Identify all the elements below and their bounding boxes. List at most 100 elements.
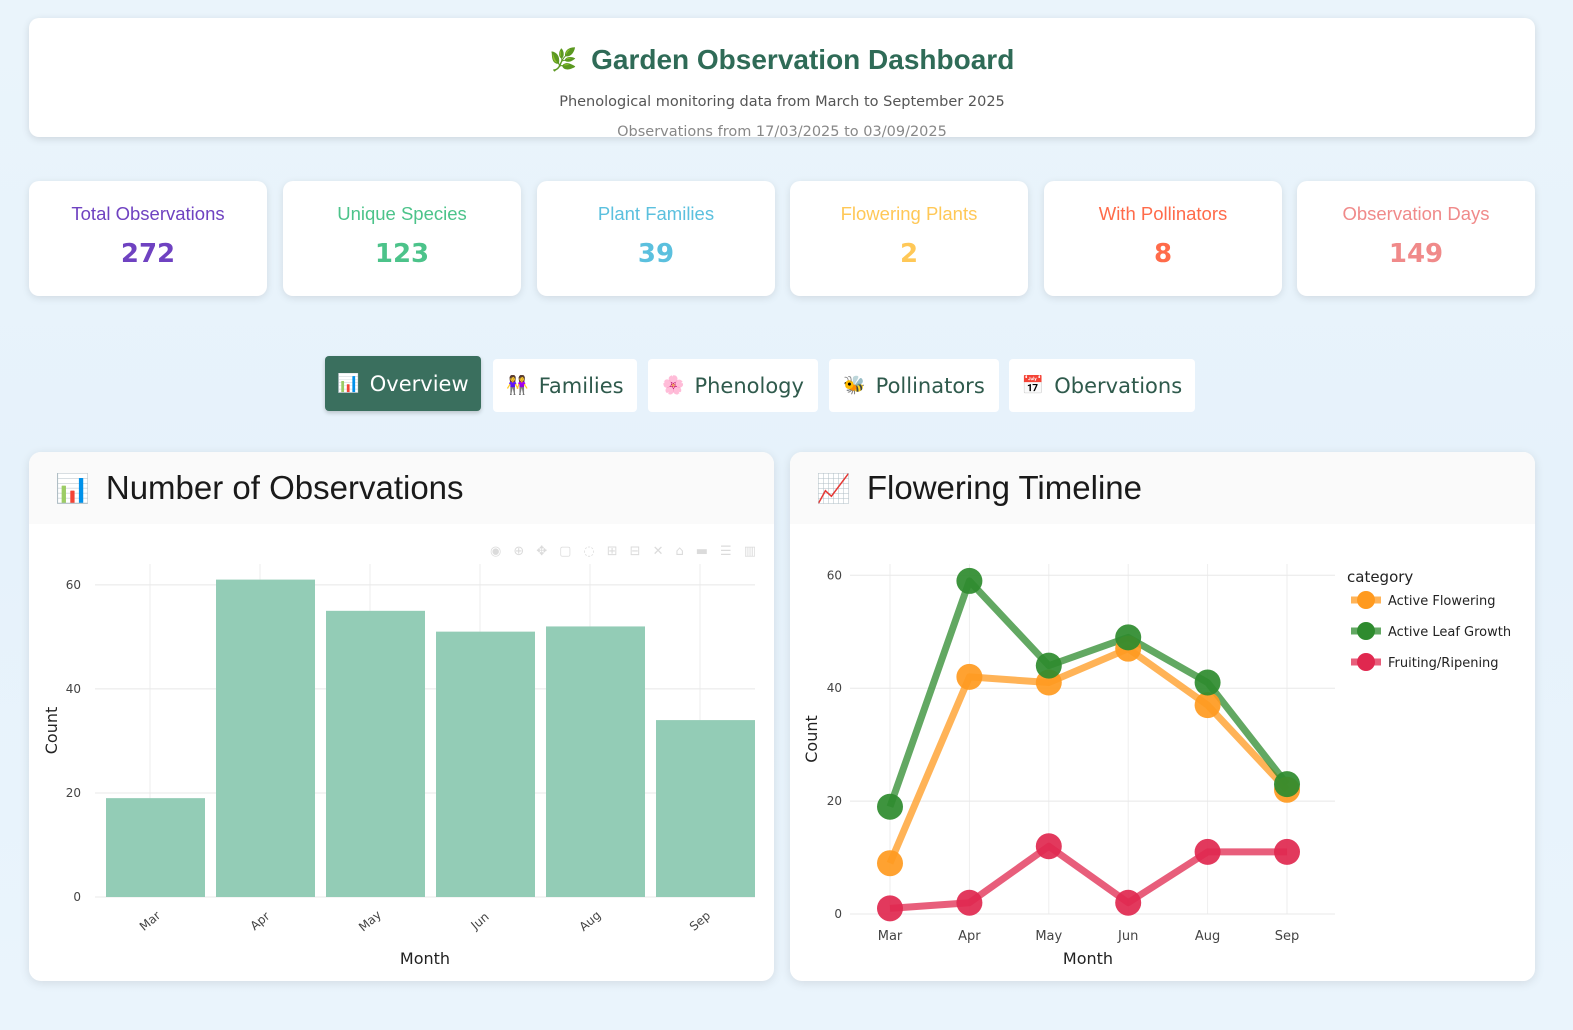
stat-card-plant-families: Plant Families 39 <box>537 181 775 296</box>
bar-chart: 0 20 40 60 Mar Apr May Jun Aug Sep Month Count <box>42 564 755 968</box>
stat-card-unique-species: Unique Species 123 <box>283 181 521 296</box>
stat-label: Unique Species <box>337 203 467 224</box>
x-tick-label: Sep <box>687 908 713 933</box>
x-tick-label: Jun <box>1117 929 1138 944</box>
trend-chart-icon: 📈 <box>816 471 851 505</box>
y-tick-label: 0 <box>834 907 842 921</box>
stats-row: Total Observations 272 Unique Species 12… <box>29 181 1535 296</box>
y-tick-label: 0 <box>73 890 81 904</box>
x-tick-label: Aug <box>1195 929 1220 944</box>
stat-label: Plant Families <box>597 203 715 224</box>
stat-value: 149 <box>1388 239 1444 269</box>
y-tick-label: 20 <box>66 786 81 800</box>
series-line <box>889 842 1287 912</box>
y-tick-label: 60 <box>827 568 842 582</box>
x-tick-label: Mar <box>878 929 903 944</box>
bar-chart-icon: 📊 <box>55 471 90 505</box>
x-tick-label: Apr <box>958 929 981 944</box>
panel-header: 📈 Flowering Timeline <box>790 452 1535 524</box>
data-point <box>1194 692 1221 719</box>
stat-card-with-pollinators: With Pollinators 8 <box>1044 181 1282 296</box>
people-icon: 👭 <box>506 375 529 396</box>
tab-label: Pollinators <box>875 373 985 398</box>
x-tick-label: Sep <box>1275 929 1300 944</box>
data-point <box>956 889 983 916</box>
legend-label: Active Flowering <box>1388 594 1495 609</box>
x-axis-title: Month <box>400 949 450 968</box>
bar <box>546 626 645 897</box>
data-point <box>877 895 903 922</box>
stat-value: 272 <box>120 239 176 269</box>
data-point <box>1035 833 1062 860</box>
flower-icon: 🌸 <box>662 375 685 396</box>
panel-flowering-timeline: 📈 Flowering Timeline Mar Apr May Jun Aug Sep 0… <box>790 452 1535 981</box>
legend-swatch-marker <box>1357 591 1375 609</box>
panel-title: Number of Observations <box>105 469 464 506</box>
tab-bar: 📊 Overview 👭 Families 🌸 Phenology 🐝 Poll… <box>0 356 1573 414</box>
bee-icon: 🐝 <box>843 375 866 396</box>
panel-header: 📊 Number of Observations <box>29 452 774 524</box>
tab-label: Phenology <box>694 373 804 398</box>
y-tick-label: 40 <box>66 682 81 696</box>
header-card: 🌿 Garden Observation Dashboard Phenologi… <box>29 18 1535 140</box>
legend-title: category <box>1347 568 1413 586</box>
x-tick-label: May <box>356 908 384 935</box>
data-point <box>1274 838 1300 865</box>
x-tick-label: Jun <box>468 910 492 933</box>
tab-families[interactable]: 👭 Families <box>493 359 637 412</box>
y-tick-label: 20 <box>827 794 842 808</box>
stat-card-observation-days: Observation Days 149 <box>1297 181 1535 296</box>
bar <box>656 720 755 897</box>
bar-chart-icon: 📊 <box>337 373 360 394</box>
y-axis-title: Count <box>802 715 821 763</box>
legend-swatch-marker <box>1357 622 1375 640</box>
data-point <box>1115 624 1142 651</box>
series-line <box>886 577 1290 808</box>
x-tick-label: Aug <box>577 908 604 934</box>
data-point <box>956 567 983 594</box>
panel-observations-bar: 📊 Number of Observations ◉ ⊕ ✥ ▢ ◌ ⊞ ⊟ ✕… <box>29 452 774 981</box>
data-point <box>1274 771 1300 798</box>
data-point <box>1194 669 1221 696</box>
stat-label: With Pollinators <box>1098 203 1228 224</box>
stat-card-total-observations: Total Observations 272 <box>29 181 267 296</box>
bar <box>106 798 205 897</box>
date-range: Observations from 17/03/2025 to 03/09/20… <box>617 124 947 140</box>
stat-value: 2 <box>899 239 919 269</box>
bar <box>326 610 425 897</box>
x-tick-label: May <box>1035 929 1062 944</box>
bar <box>216 579 315 897</box>
y-tick-label: 60 <box>66 578 81 592</box>
page-title: 🌿 Garden Observation Dashboard <box>29 44 1535 76</box>
calendar-icon: 📅 <box>1021 375 1045 396</box>
y-axis-title: Count <box>42 707 61 755</box>
tab-pollinators[interactable]: 🐝 Pollinators <box>829 359 999 412</box>
stat-label: Observation Days <box>1342 203 1490 224</box>
page-title-text: Garden Observation Dashboard <box>591 44 1015 75</box>
data-point <box>1115 889 1142 916</box>
legend-label: Fruiting/Ripening <box>1388 656 1499 671</box>
data-point <box>1035 652 1062 679</box>
tab-obervations[interactable]: 📅 Obervations <box>1009 359 1195 412</box>
series-line <box>886 645 1290 865</box>
tab-label: Obervations <box>1054 373 1183 398</box>
data-point <box>877 850 903 877</box>
x-tick-label: Apr <box>248 909 273 933</box>
page-subtitle: Phenological monitoring data from March … <box>559 94 1005 110</box>
panel-title: Flowering Timeline <box>866 469 1142 506</box>
data-point <box>877 793 903 820</box>
tab-overview[interactable]: 📊 Overview <box>325 356 481 411</box>
data-point <box>1194 838 1221 865</box>
stat-value: 123 <box>374 239 430 269</box>
tab-label: Overview <box>369 371 469 396</box>
stat-label: Flowering Plants <box>840 203 978 224</box>
x-axis-title: Month <box>1063 949 1113 968</box>
legend-swatch-marker <box>1357 653 1375 671</box>
line-chart: Mar Apr May Jun Aug Sep 0 20 40 60 Month Count categ… <box>802 564 1511 968</box>
tab-label: Families <box>538 373 624 398</box>
stat-card-flowering-plants: Flowering Plants 2 <box>790 181 1028 296</box>
tab-phenology[interactable]: 🌸 Phenology <box>648 359 818 412</box>
stat-value: 8 <box>1153 239 1173 269</box>
data-point <box>956 663 983 690</box>
leaf-icon: 🌿 <box>549 47 578 72</box>
